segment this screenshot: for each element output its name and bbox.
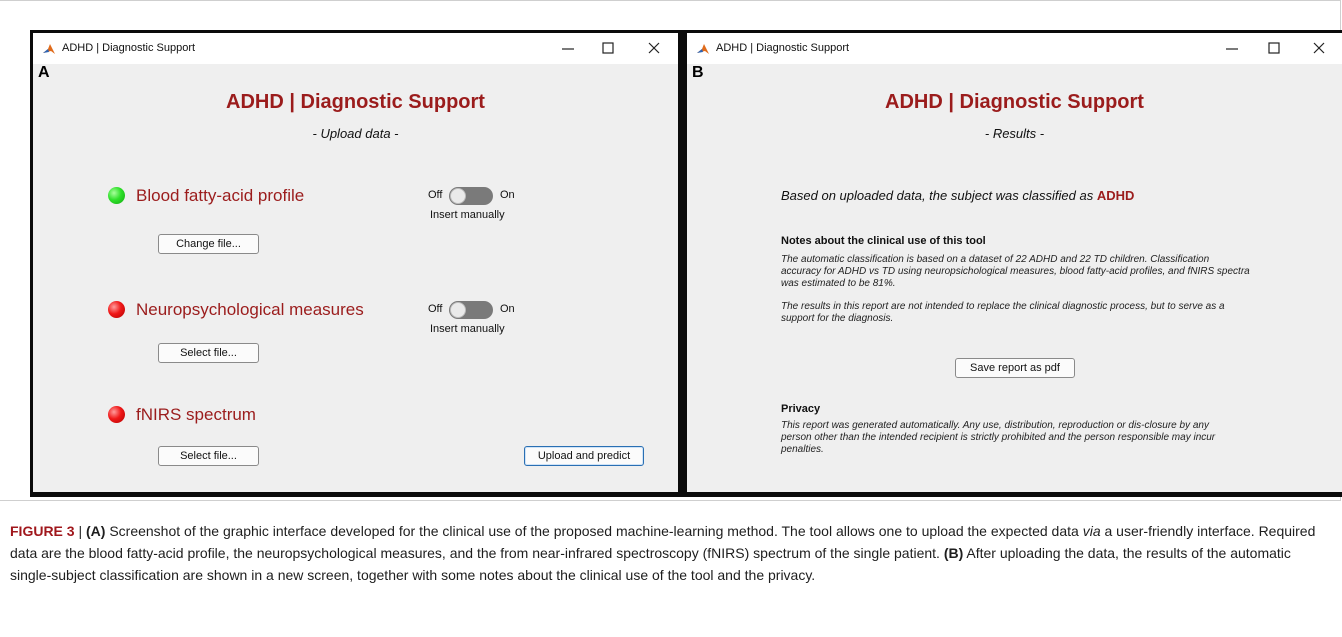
part-a-text: Screenshot of the graphic interface deve… [105,523,1083,539]
app-title: ADHD | Diagnostic Support [885,91,1144,113]
item-label-blood: Blood fatty-acid profile [136,186,305,205]
subtitle: - Results - [984,126,1045,141]
toggle-knob [450,302,466,318]
minimize-icon[interactable] [1220,37,1244,59]
results-window: ADHD | Diagnostic Support B ADHD | Diagn… [687,33,1342,492]
result-prefix: Based on uploaded data, the subject was … [781,188,1094,203]
result-value: ADHD [1096,188,1135,203]
select-file-button-fnirs[interactable]: Select file... [158,446,259,466]
screenshot-panel: ADHD | Diagnostic Support A ADHD | Diagn… [30,30,1342,497]
matlab-icon [42,42,56,56]
notes-heading: Notes about the clinical use of this too… [781,235,986,247]
insert-manually-label: Insert manually [430,209,505,221]
notes-paragraph-2: The results in this report are not inten… [781,301,1225,324]
close-icon[interactable] [642,37,666,59]
app-title: ADHD | Diagnostic Support [226,91,485,113]
panel-letter: A [38,64,50,81]
switch-on-label: On [500,189,515,201]
insert-manually-toggle-blood[interactable] [449,187,493,205]
select-file-button-neuro[interactable]: Select file... [158,343,259,363]
upload-and-predict-button[interactable]: Upload and predict [524,446,644,466]
switch-on-label: On [500,303,515,315]
status-led-fnirs [108,406,125,423]
classification-result: Based on uploaded data, the subject was … [781,188,1134,203]
panel-letter: B [692,64,704,81]
switch-off-label: Off [428,303,443,315]
save-report-button[interactable]: Save report as pdf [955,358,1075,378]
matlab-icon [696,42,710,56]
status-led-blood [108,187,125,204]
figure-caption: FIGURE 3 | (A) Screenshot of the graphic… [10,520,1335,586]
window-title: ADHD | Diagnostic Support [716,42,850,54]
close-icon[interactable] [1307,37,1331,59]
maximize-icon[interactable] [1262,37,1286,59]
toggle-knob [450,188,466,204]
item-label-neuro: Neuropsychological measures [136,300,364,319]
upload-window: ADHD | Diagnostic Support A ADHD | Diagn… [33,33,678,492]
title-bar: ADHD | Diagnostic Support [687,33,1342,64]
part-b-label: (B) [943,545,964,561]
change-file-button[interactable]: Change file... [158,234,259,254]
via-italic: via [1082,523,1101,539]
figure-label: FIGURE 3 [10,523,75,539]
switch-off-label: Off [428,189,443,201]
caption-separator: | [74,523,86,539]
title-bar: ADHD | Diagnostic Support [33,33,678,64]
privacy-text: This report was generated automatically.… [781,420,1216,455]
notes-paragraph-1: The automatic classification is based on… [781,254,1250,289]
maximize-icon[interactable] [596,37,620,59]
item-label-fnirs: fNIRS spectrum [136,405,256,424]
window-title: ADHD | Diagnostic Support [62,42,196,54]
minimize-icon[interactable] [556,37,580,59]
part-a-label: (A) [86,523,106,539]
privacy-heading: Privacy [781,403,821,415]
subtitle: - Upload data - [312,126,399,141]
status-led-neuro [108,301,125,318]
insert-manually-toggle-neuro[interactable] [449,301,493,319]
insert-manually-label: Insert manually [430,323,505,335]
